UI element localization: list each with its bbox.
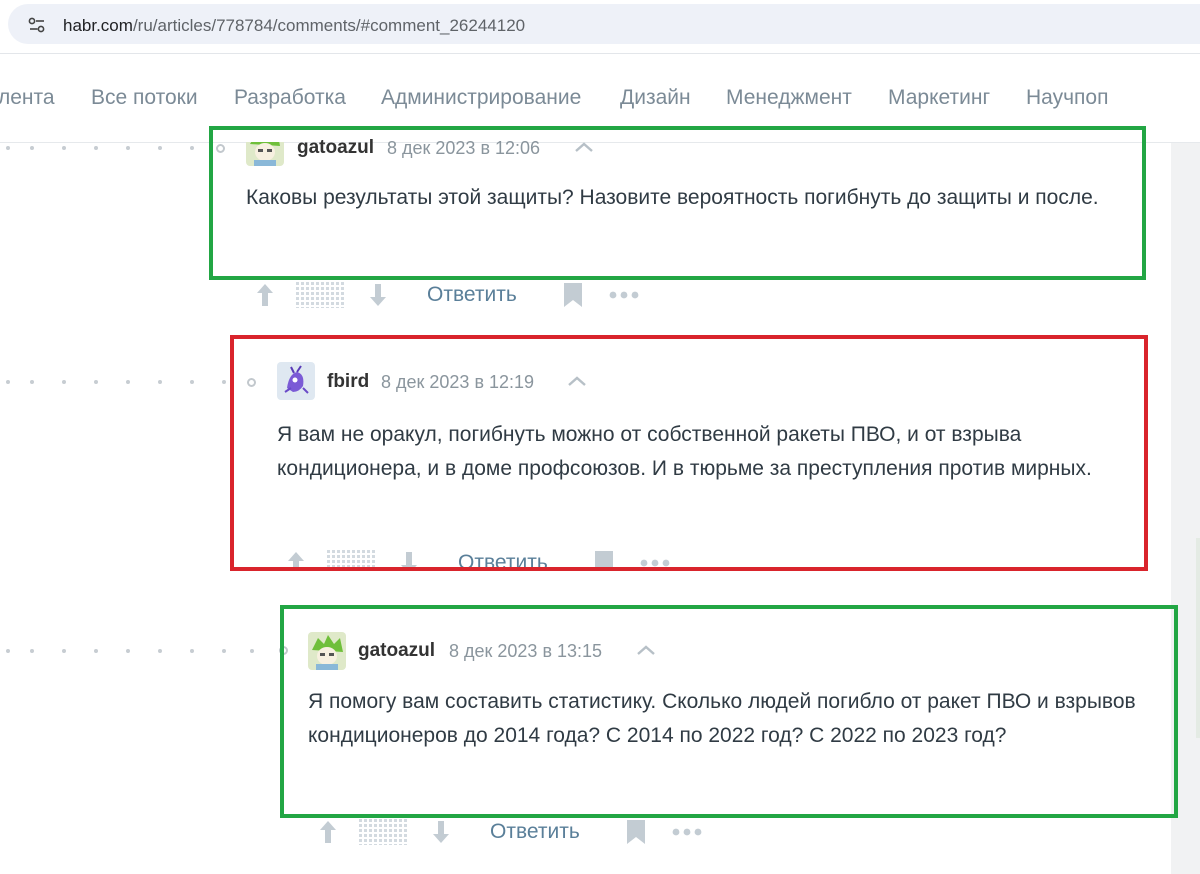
thread-line xyxy=(0,146,210,150)
comment-actions: Ответить xyxy=(317,817,717,847)
highlight-box-red xyxy=(230,335,1148,571)
arrow-up-icon[interactable] xyxy=(254,282,276,308)
site-info-icon[interactable] xyxy=(28,17,46,33)
nav-item-all-flows[interactable]: Все потоки xyxy=(91,86,198,110)
nav-item-feed[interactable]: лента xyxy=(0,86,55,110)
thread-line xyxy=(0,380,240,384)
nav-item-marketing[interactable]: Маркетинг xyxy=(888,86,990,110)
nav-item-popsci[interactable]: Научпоп xyxy=(1026,86,1108,110)
arrow-down-icon[interactable] xyxy=(367,282,389,308)
reply-button[interactable]: Ответить xyxy=(427,283,517,307)
more-icon[interactable] xyxy=(672,828,702,836)
address-bar[interactable]: habr.com/ru/articles/778784/comments/#co… xyxy=(8,4,1200,44)
browser-toolbar: habr.com/ru/articles/778784/comments/#co… xyxy=(0,0,1200,54)
side-accent xyxy=(1196,538,1200,738)
url-host: habr.com xyxy=(63,16,133,35)
url-path: /ru/articles/778784/comments/#comment_26… xyxy=(132,16,526,35)
url-text[interactable]: habr.com/ru/articles/778784/comments/#co… xyxy=(63,16,525,36)
arrow-up-icon[interactable] xyxy=(317,819,339,845)
reply-button[interactable]: Ответить xyxy=(490,820,580,844)
score-hidden-icon xyxy=(296,282,346,308)
score-hidden-icon xyxy=(359,819,409,845)
nav-item-management[interactable]: Менеджмент xyxy=(726,86,852,110)
nav-item-development[interactable]: Разработка xyxy=(234,86,346,110)
more-icon[interactable] xyxy=(609,291,639,299)
highlight-box-green xyxy=(280,605,1178,818)
bookmark-icon[interactable] xyxy=(563,282,583,308)
arrow-down-icon[interactable] xyxy=(430,819,452,845)
nav-item-administration[interactable]: Администрирование xyxy=(381,86,581,110)
nav-item-design[interactable]: Дизайн xyxy=(620,86,691,110)
highlight-box-green xyxy=(209,126,1146,280)
comment-actions: Ответить xyxy=(254,280,654,310)
bookmark-icon[interactable] xyxy=(626,819,646,845)
thread-line xyxy=(0,649,270,653)
